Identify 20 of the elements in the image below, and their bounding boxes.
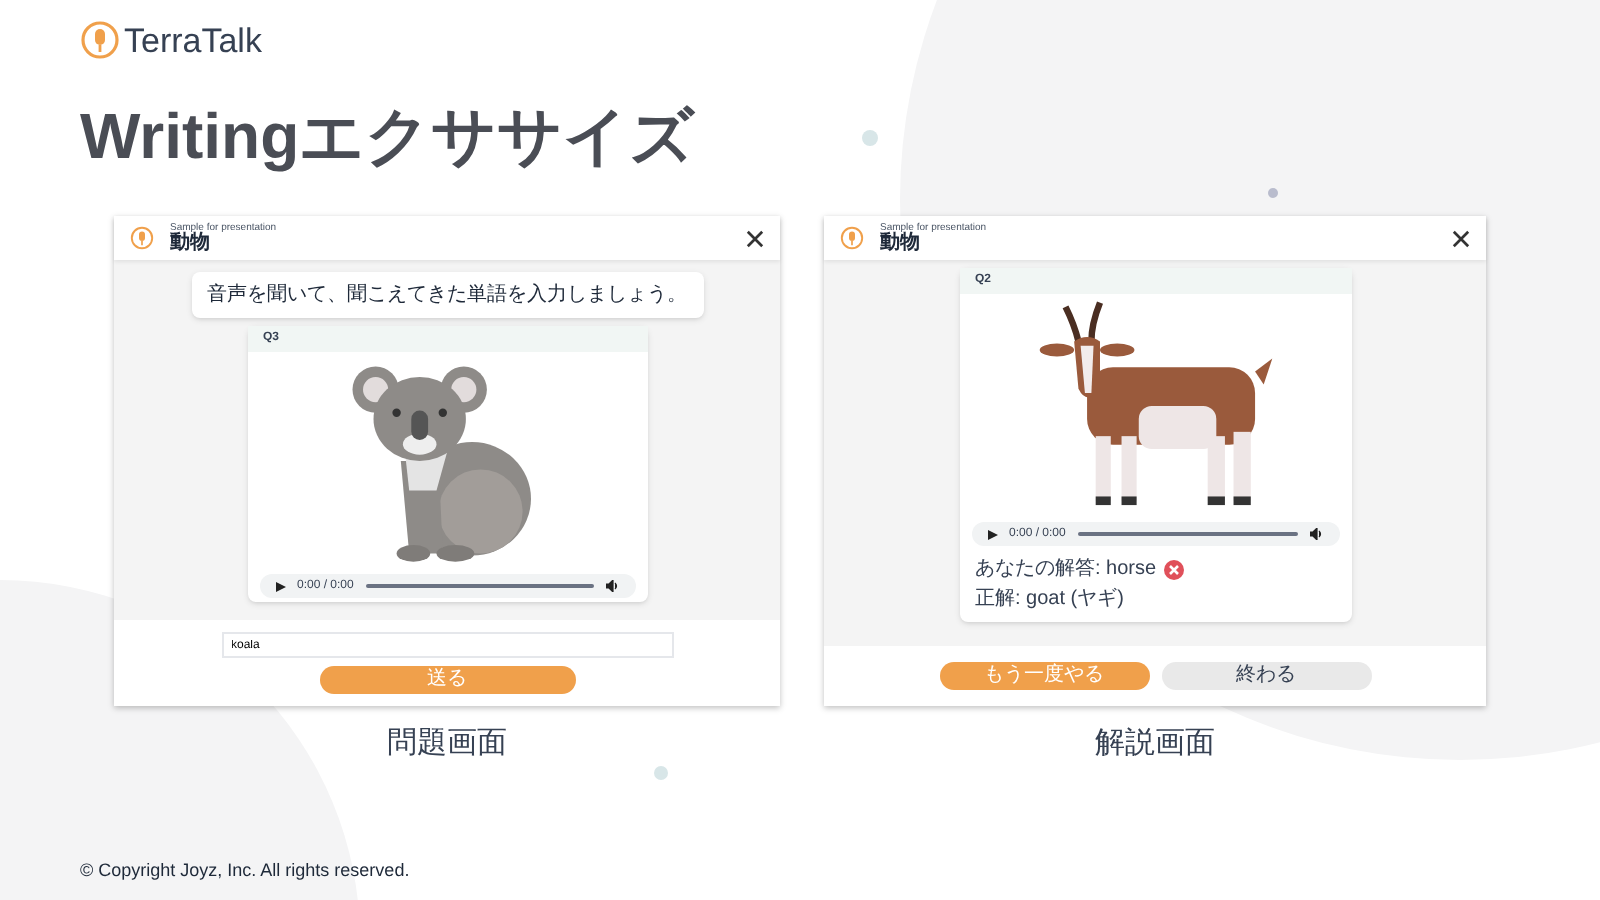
- brand-name: TerraTalk: [124, 23, 262, 57]
- copyright-text: © Copyright Joyz, Inc. All rights reserved.: [80, 857, 412, 884]
- app-logo-icon: [130, 226, 154, 250]
- app-logo-icon: [840, 226, 864, 250]
- your-answer-text: あなたの解答: horse: [975, 556, 1157, 584]
- slide-title: Writingエクササイズ: [80, 104, 696, 168]
- screen-caption: 問題画面: [387, 724, 507, 764]
- course-title: 動物: [170, 233, 212, 253]
- finish-button[interactable]: 終わる: [1161, 662, 1371, 690]
- volume-icon[interactable]: [605, 580, 619, 592]
- course-title: 動物: [880, 233, 922, 253]
- close-icon[interactable]: [746, 229, 764, 247]
- play-icon[interactable]: [987, 529, 997, 539]
- correct-answer-text: 正解: goat (ヤギ): [973, 586, 1126, 614]
- close-icon[interactable]: [1452, 229, 1470, 247]
- screen-caption: 解説画面: [1095, 724, 1215, 764]
- volume-icon[interactable]: [1309, 528, 1323, 540]
- microphone-logo-icon: [80, 20, 120, 60]
- play-icon[interactable]: [275, 581, 285, 591]
- instruction-bubble: 音声を聞いて、聞こえてきた単語を入力しましょう。: [191, 272, 703, 318]
